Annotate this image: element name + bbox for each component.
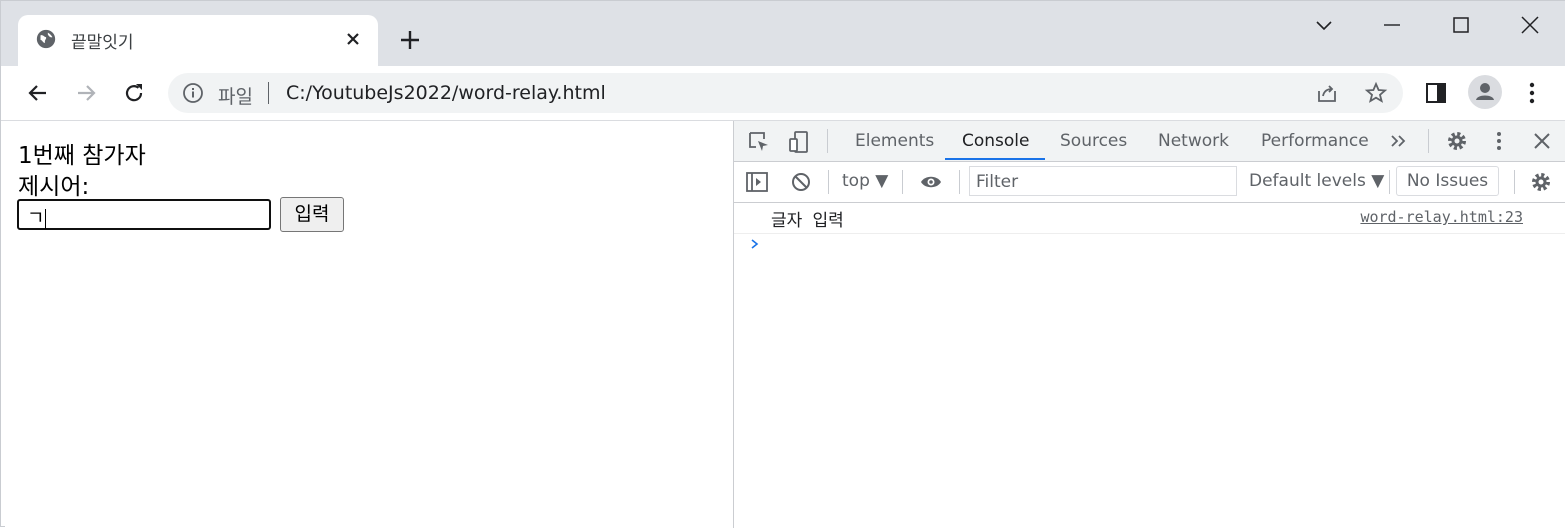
tab-network[interactable]: Network xyxy=(1158,131,1229,151)
console-toolbar: top ▼ Filter Default levels ▼ No Issues xyxy=(734,162,1565,203)
tab-title: 끝말잇기 xyxy=(71,33,134,53)
browser-toolbar: 파일 C:/YoutubeJs2022/word-relay.html xyxy=(1,66,1565,121)
dropdown-arrow-icon: ▼ xyxy=(875,171,889,191)
close-tab-icon[interactable] xyxy=(343,29,363,49)
text-caret xyxy=(45,208,47,229)
minimize-icon[interactable] xyxy=(1380,13,1404,37)
page-content: 1번째 참가자 제시어: ㄱ 입력 xyxy=(5,121,733,528)
active-tab-indicator xyxy=(945,158,1045,160)
tab-strip: 끝말잇기 xyxy=(1,1,1565,66)
url-text[interactable]: C:/YoutubeJs2022/word-relay.html xyxy=(286,82,606,104)
prompt-word-label: 제시어: xyxy=(18,174,90,200)
log-levels-dropdown[interactable]: Default levels ▼ xyxy=(1249,171,1384,191)
tab-elements[interactable]: Elements xyxy=(855,131,934,151)
toolbar-divider xyxy=(828,170,829,194)
reload-icon[interactable] xyxy=(121,80,147,106)
tab-search-chevron-icon[interactable] xyxy=(1312,13,1336,37)
toolbar-divider xyxy=(902,170,903,194)
url-scheme-label: 파일 xyxy=(218,86,253,108)
globe-icon xyxy=(36,29,56,49)
address-bar[interactable]: 파일 C:/YoutubeJs2022/word-relay.html xyxy=(168,73,1403,113)
dropdown-arrow-icon: ▼ xyxy=(1371,171,1385,191)
tab-sources[interactable]: Sources xyxy=(1060,131,1127,151)
back-arrow-icon[interactable] xyxy=(25,80,51,106)
side-panel-icon[interactable] xyxy=(1423,80,1449,106)
tab-performance[interactable]: Performance xyxy=(1261,131,1369,151)
info-icon[interactable] xyxy=(182,82,204,104)
new-tab-icon[interactable] xyxy=(398,28,422,52)
word-input[interactable]: ㄱ xyxy=(17,199,271,230)
devtools-panel: Elements Console Sources Network Perform… xyxy=(733,121,1565,528)
url-divider xyxy=(268,82,269,104)
inspect-element-icon[interactable] xyxy=(747,130,771,154)
sidebar-toggle-icon[interactable] xyxy=(745,170,769,194)
devtools-tab-bar: Elements Console Sources Network Perform… xyxy=(734,121,1565,162)
toolbar-divider xyxy=(1514,170,1515,194)
word-input-value: ㄱ xyxy=(27,207,45,229)
participant-label: 1번째 참가자 xyxy=(18,143,146,169)
log-levels-label: Default levels xyxy=(1249,171,1366,191)
bookmark-star-icon[interactable] xyxy=(1364,81,1388,105)
settings-gear-icon[interactable] xyxy=(1445,129,1469,153)
toolbar-divider xyxy=(827,129,828,153)
log-source-link[interactable]: word-relay.html:23 xyxy=(1360,208,1523,226)
toolbar-divider xyxy=(1389,170,1390,194)
console-prompt-chevron-icon[interactable] xyxy=(748,237,762,251)
forward-arrow-icon[interactable] xyxy=(73,80,99,106)
issues-button[interactable]: No Issues xyxy=(1396,166,1499,196)
filter-input[interactable]: Filter xyxy=(969,166,1237,196)
devtools-menu-kebab-icon[interactable] xyxy=(1487,129,1511,153)
context-label: top xyxy=(842,171,870,191)
close-window-icon[interactable] xyxy=(1518,13,1542,37)
device-toolbar-icon[interactable] xyxy=(787,130,811,154)
console-log-row: 글자 입력 word-relay.html:23 xyxy=(734,203,1565,234)
more-tabs-chevron-icon[interactable] xyxy=(1387,129,1411,153)
maximize-icon[interactable] xyxy=(1449,13,1473,37)
share-icon[interactable] xyxy=(1315,81,1339,105)
context-selector[interactable]: top ▼ xyxy=(842,171,888,191)
log-message: 글자 입력 xyxy=(771,211,844,231)
console-settings-gear-icon[interactable] xyxy=(1529,170,1553,194)
close-devtools-icon[interactable] xyxy=(1530,129,1554,153)
toolbar-divider xyxy=(959,170,960,194)
toolbar-divider xyxy=(1428,129,1429,153)
profile-avatar[interactable] xyxy=(1468,75,1502,109)
tab-active[interactable]: 끝말잇기 xyxy=(18,15,378,66)
clear-console-icon[interactable] xyxy=(789,170,813,194)
person-icon xyxy=(1476,83,1494,100)
tab-console[interactable]: Console xyxy=(962,131,1030,151)
menu-kebab-icon[interactable] xyxy=(1519,80,1545,106)
eye-icon[interactable] xyxy=(919,170,943,194)
submit-button[interactable]: 입력 xyxy=(280,197,344,232)
browser-window: 끝말잇기 파일 C:/YoutubeJs2022/word-relay.html… xyxy=(0,0,1565,528)
